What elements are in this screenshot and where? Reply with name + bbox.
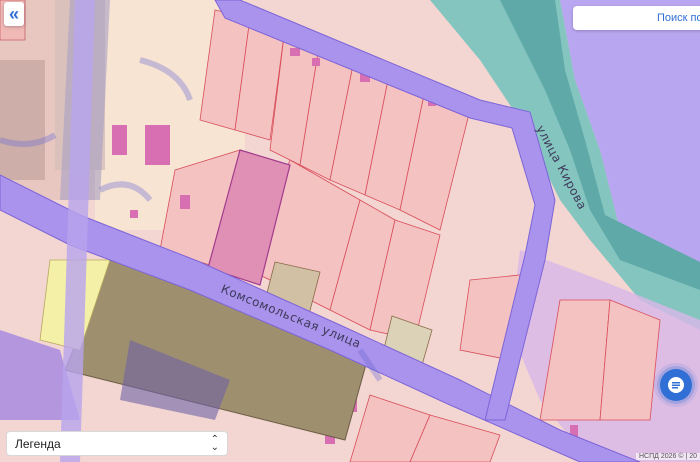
chat-button[interactable] [660, 369, 692, 401]
legend-label: Легенда [15, 436, 61, 451]
collapse-panel-button[interactable]: « [4, 2, 24, 26]
collapse-icon: « [8, 3, 19, 24]
chat-icon [668, 377, 684, 393]
legend-select[interactable]: Легенда ⌃ ⌄ [6, 431, 228, 456]
map-attribution: НСПД 2026 © | 20 [636, 453, 700, 460]
map-search-box[interactable] [573, 6, 700, 30]
select-arrows-icon: ⌃ ⌄ [210, 433, 219, 453]
cadastral-map[interactable]: Комсомольская улица улица Кирова [0, 0, 700, 462]
search-input[interactable] [573, 6, 700, 30]
